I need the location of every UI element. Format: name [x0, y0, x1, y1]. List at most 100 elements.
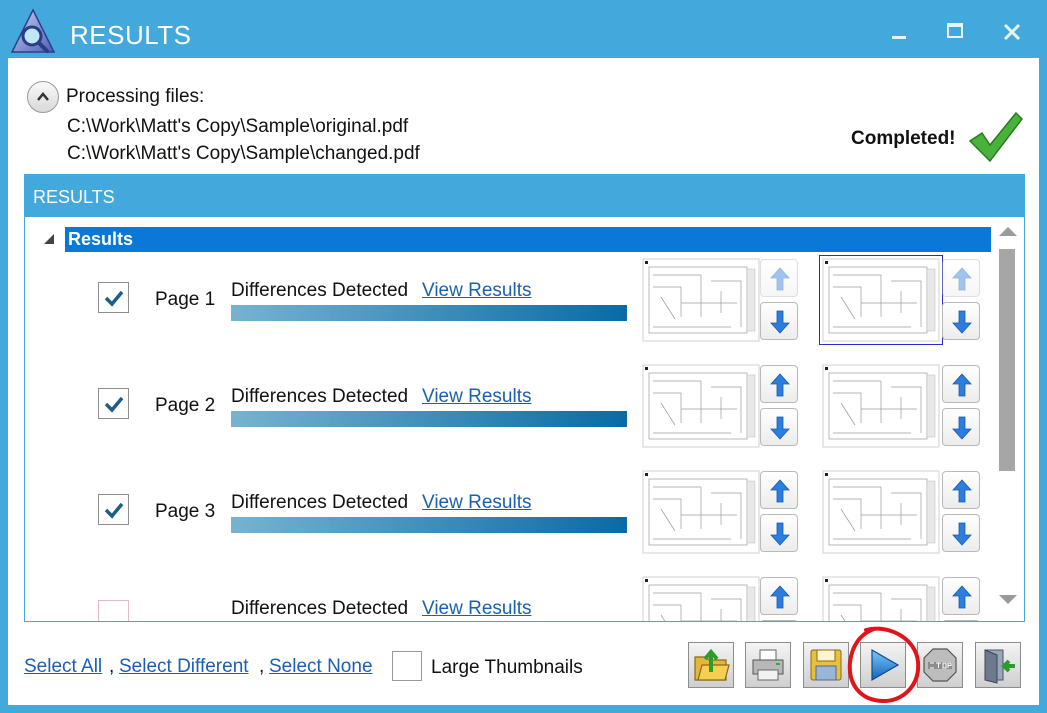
result-row: Differences Detected View Results	[25, 575, 991, 621]
print-button[interactable]	[745, 642, 791, 688]
results-panel-header: RESULTS	[25, 175, 1024, 217]
run-button[interactable]	[860, 642, 906, 688]
result-row: Page 2 Differences Detected View Results	[25, 363, 991, 463]
view-results-link[interactable]: View Results	[422, 492, 531, 514]
original-file-path: C:\Work\Matt's Copy\Sample\original.pdf	[67, 116, 409, 137]
arrow-up-icon	[952, 267, 972, 291]
move-up-original-button[interactable]	[760, 259, 798, 297]
changed-thumbnail[interactable]	[821, 363, 941, 449]
move-down-original-button[interactable]	[760, 408, 798, 446]
maximize-button[interactable]	[940, 18, 970, 46]
checkmark-icon	[104, 502, 124, 519]
changed-thumbnail[interactable]	[819, 255, 943, 345]
large-thumbnails-label: Large Thumbnails	[431, 657, 583, 678]
checkmark-icon	[104, 290, 124, 307]
original-thumbnail[interactable]	[641, 575, 761, 621]
view-results-link[interactable]: View Results	[422, 386, 531, 408]
stop-sign-icon	[923, 648, 957, 682]
title-bar[interactable]: RESULTS	[0, 0, 1047, 58]
row-checkbox[interactable]	[98, 388, 129, 419]
move-up-original-button[interactable]	[760, 365, 798, 403]
original-thumbnail[interactable]	[641, 469, 761, 555]
stop-button[interactable]	[917, 642, 963, 688]
scroll-down-icon[interactable]	[998, 594, 1018, 606]
arrow-up-icon	[952, 373, 972, 397]
maximize-icon	[947, 23, 963, 38]
arrow-up-icon	[770, 585, 790, 609]
window-client: Processing files: C:\Work\Matt's Copy\Sa…	[8, 58, 1039, 705]
scroll-thumb[interactable]	[999, 249, 1015, 471]
arrow-down-icon	[952, 522, 972, 546]
difference-bar	[231, 411, 627, 427]
difference-status: Differences Detected	[231, 280, 409, 301]
minimize-icon	[892, 36, 906, 39]
results-window: RESULTS Processing files: C:\Work\Matt's…	[0, 0, 1047, 713]
processing-label: Processing files:	[66, 86, 205, 107]
exit-button[interactable]	[975, 642, 1021, 688]
arrow-up-icon	[770, 267, 790, 291]
row-checkbox[interactable]	[98, 494, 129, 525]
select-different-link[interactable]: Select Different	[119, 656, 249, 678]
close-button[interactable]	[997, 18, 1027, 46]
arrow-up-icon	[952, 585, 972, 609]
arrow-up-icon	[770, 373, 790, 397]
view-results-link[interactable]: View Results	[422, 280, 531, 302]
row-checkbox[interactable]	[98, 282, 129, 313]
window-title: RESULTS	[70, 20, 192, 50]
floppy-save-icon	[810, 649, 842, 681]
arrow-down-icon	[770, 416, 790, 440]
checkmark-icon	[104, 396, 124, 413]
original-thumbnail[interactable]	[641, 257, 761, 343]
arrow-up-icon	[952, 479, 972, 503]
arrow-up-icon	[770, 479, 790, 503]
select-none-link[interactable]: Select None	[269, 656, 373, 678]
results-scrollbar[interactable]	[991, 217, 1024, 621]
arrow-down-icon	[952, 310, 972, 334]
scroll-up-icon[interactable]	[998, 225, 1018, 237]
save-button[interactable]	[803, 642, 849, 688]
results-panel-title: RESULTS	[33, 187, 115, 207]
large-thumbnails-checkbox[interactable]	[392, 651, 422, 681]
row-checkbox[interactable]	[98, 600, 129, 621]
move-up-changed-button[interactable]	[942, 259, 980, 297]
move-down-changed-button[interactable]	[942, 620, 980, 621]
move-up-original-button[interactable]	[760, 577, 798, 615]
move-up-changed-button[interactable]	[942, 471, 980, 509]
changed-file-path: C:\Work\Matt's Copy\Sample\changed.pdf	[67, 143, 420, 164]
results-panel: RESULTS Results Page 1 Differences Detect…	[24, 174, 1025, 622]
play-icon	[871, 648, 900, 682]
move-down-changed-button[interactable]	[942, 514, 980, 552]
app-logo-icon	[10, 8, 56, 53]
view-results-link[interactable]: View Results	[422, 598, 531, 620]
result-row: Page 1 Differences Detected View Results	[25, 255, 991, 357]
link-separator: ,	[109, 656, 115, 677]
move-down-original-button[interactable]	[760, 302, 798, 340]
tree-expander-icon[interactable]	[43, 233, 55, 245]
collapse-processing-button[interactable]	[27, 81, 59, 113]
move-down-changed-button[interactable]	[942, 302, 980, 340]
results-tree: Results Page 1 Differences Detected View R…	[25, 217, 1024, 621]
move-down-original-button[interactable]	[760, 620, 798, 621]
move-up-original-button[interactable]	[760, 471, 798, 509]
changed-thumbnail[interactable]	[821, 469, 941, 555]
tree-root-results[interactable]: Results	[65, 227, 991, 252]
select-all-link[interactable]: Select All	[24, 656, 102, 678]
difference-status: Differences Detected	[231, 598, 409, 619]
printer-icon	[752, 649, 784, 681]
move-up-changed-button[interactable]	[942, 577, 980, 615]
open-folder-icon	[694, 648, 730, 681]
move-down-changed-button[interactable]	[942, 408, 980, 446]
difference-bar	[231, 305, 627, 321]
move-down-original-button[interactable]	[760, 514, 798, 552]
arrow-down-icon	[952, 416, 972, 440]
open-folder-button[interactable]	[688, 642, 734, 688]
footer-bar: Select All , Select Different , Select N…	[8, 624, 1039, 705]
minimize-button[interactable]	[884, 18, 914, 46]
completed-status: Completed!	[851, 128, 956, 149]
difference-status: Differences Detected	[231, 386, 409, 407]
page-label: Page 2	[155, 395, 216, 416]
original-thumbnail[interactable]	[641, 363, 761, 449]
difference-bar	[231, 517, 627, 533]
move-up-changed-button[interactable]	[942, 365, 980, 403]
changed-thumbnail[interactable]	[821, 575, 941, 621]
